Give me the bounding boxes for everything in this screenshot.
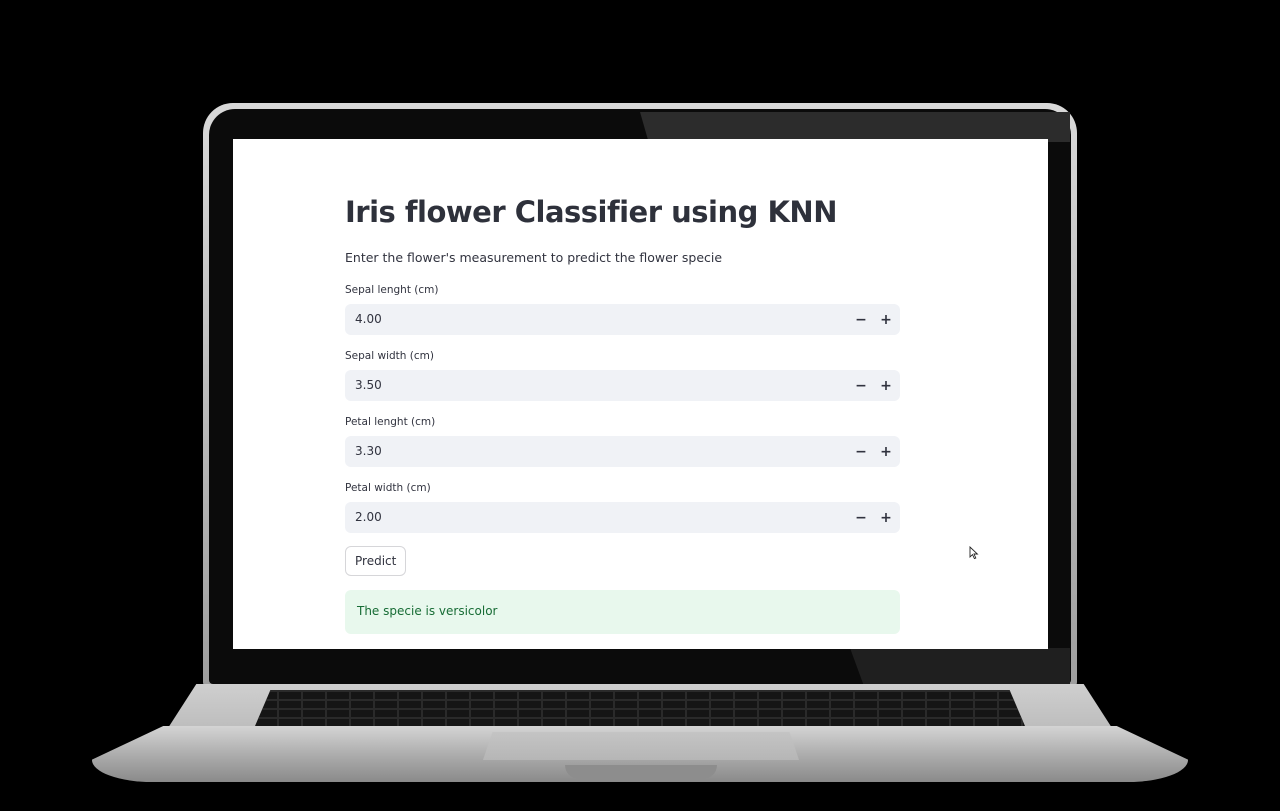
sepal-length-decrement-button[interactable]: − (849, 308, 873, 331)
bezel-glare (640, 112, 1070, 142)
page-subtitle: Enter the flower's measurement to predic… (345, 250, 723, 265)
sepal-length-value[interactable]: 4.00 (355, 312, 382, 326)
page-title: Iris flower Classifier using KNN (345, 195, 837, 229)
browser-viewport: Iris flower Classifier using KNN Enter t… (233, 139, 1048, 649)
sepal-width-input[interactable]: 3.50 − + (345, 370, 900, 401)
result-text: The specie is versicolor (357, 604, 498, 618)
result-success-alert: The specie is versicolor (345, 590, 900, 634)
petal-length-label: Petal lenght (cm) (345, 416, 436, 428)
sepal-length-input[interactable]: 4.00 − + (345, 304, 900, 335)
petal-width-increment-button[interactable]: + (874, 506, 898, 529)
sepal-width-value[interactable]: 3.50 (355, 378, 382, 392)
sepal-length-increment-button[interactable]: + (874, 308, 898, 331)
petal-width-input[interactable]: 2.00 − + (345, 502, 900, 533)
bezel-glare-lower (850, 648, 1070, 684)
sepal-length-label: Sepal lenght (cm) (345, 284, 439, 296)
petal-length-value[interactable]: 3.30 (355, 444, 382, 458)
petal-length-decrement-button[interactable]: − (849, 440, 873, 463)
petal-length-increment-button[interactable]: + (874, 440, 898, 463)
base-notch (565, 765, 717, 779)
petal-width-decrement-button[interactable]: − (849, 506, 873, 529)
petal-width-label: Petal width (cm) (345, 482, 431, 494)
predict-button[interactable]: Predict (345, 546, 407, 576)
mouse-cursor-icon (969, 546, 979, 560)
petal-width-value[interactable]: 2.00 (355, 510, 382, 524)
keyboard-keys (255, 690, 1025, 726)
petal-length-input[interactable]: 3.30 − + (345, 436, 900, 467)
sepal-width-decrement-button[interactable]: − (849, 374, 873, 397)
sepal-width-increment-button[interactable]: + (874, 374, 898, 397)
trackpad (483, 732, 799, 760)
sepal-width-label: Sepal width (cm) (345, 350, 434, 362)
